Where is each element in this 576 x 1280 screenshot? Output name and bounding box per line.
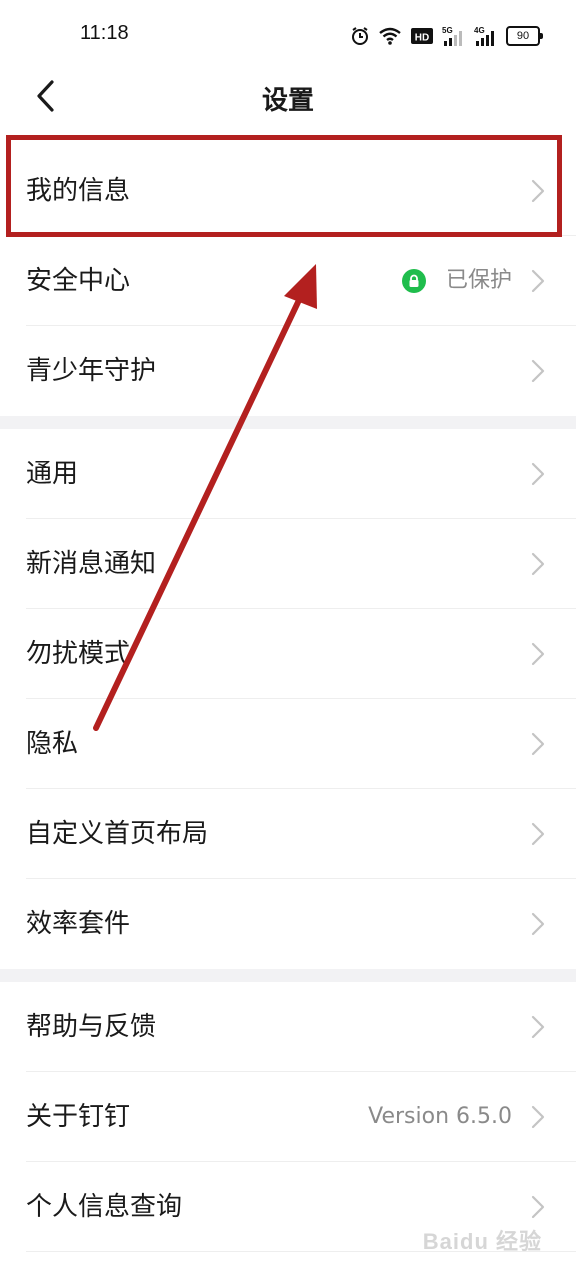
chevron-right-icon xyxy=(530,642,546,666)
svg-text:4G: 4G xyxy=(474,26,485,35)
settings-item-label: 安全中心 xyxy=(26,266,131,296)
chevron-right-icon xyxy=(530,1015,546,1039)
chevron-right-icon xyxy=(530,822,546,846)
status-bar: 11:18 HD 5G 4G 90 xyxy=(0,0,576,70)
chevron-right-icon xyxy=(530,552,546,576)
settings-item-label: 通用 xyxy=(26,459,79,489)
settings-item-label: 自定义首页布局 xyxy=(26,819,209,849)
settings-item-label: 个人信息查询 xyxy=(26,1192,183,1222)
svg-text:5G: 5G xyxy=(442,26,453,35)
settings-item-privacy[interactable]: 隐私 xyxy=(0,699,576,789)
signal-4g-icon: 4G xyxy=(474,25,498,47)
version-value: Version 6.5.0 xyxy=(368,1104,512,1129)
lock-icon xyxy=(402,269,426,293)
settings-item-notifications[interactable]: 新消息通知 xyxy=(0,519,576,609)
nav-bar: 设置 xyxy=(0,62,576,134)
settings-item-youth-protection[interactable]: 青少年守护 xyxy=(0,326,576,416)
settings-item-my-info[interactable]: 我的信息 xyxy=(0,146,576,236)
chevron-right-icon xyxy=(530,359,546,383)
group-separator xyxy=(0,416,576,429)
wifi-icon xyxy=(378,26,402,46)
settings-item-do-not-disturb[interactable]: 勿扰模式 xyxy=(0,609,576,699)
settings-item-label: 效率套件 xyxy=(26,909,131,939)
settings-item-label: 关于钉钉 xyxy=(26,1102,131,1132)
watermark-logo: Baidu 经验 xyxy=(422,1229,542,1254)
settings-item-help-feedback[interactable]: 帮助与反馈 xyxy=(0,982,576,1072)
settings-item-custom-home-layout[interactable]: 自定义首页布局 xyxy=(0,789,576,879)
group-separator xyxy=(0,969,576,982)
settings-item-about[interactable]: 关于钉钉 Version 6.5.0 xyxy=(0,1072,576,1162)
chevron-right-icon xyxy=(530,269,546,293)
settings-item-label: 帮助与反馈 xyxy=(26,1012,157,1042)
settings-item-label: 我的信息 xyxy=(26,176,131,206)
chevron-right-icon xyxy=(530,179,546,203)
chevron-right-icon xyxy=(530,1195,546,1219)
chevron-right-icon xyxy=(530,732,546,756)
signal-5g-icon: 5G xyxy=(442,25,466,47)
security-status: 已保护 xyxy=(445,268,512,293)
settings-item-security-center[interactable]: 安全中心 已保护 xyxy=(0,236,576,326)
hd-icon: HD xyxy=(410,26,434,46)
settings-item-label: 青少年守护 xyxy=(26,356,157,386)
status-time: 11:18 xyxy=(80,22,129,44)
chevron-right-icon xyxy=(530,912,546,936)
svg-text:HD: HD xyxy=(415,33,429,44)
settings-item-label: 新消息通知 xyxy=(26,549,157,579)
chevron-right-icon xyxy=(530,1105,546,1129)
settings-item-productivity-suite[interactable]: 效率套件 xyxy=(0,879,576,969)
alarm-icon xyxy=(350,26,370,46)
page-title: 设置 xyxy=(261,86,314,116)
chevron-right-icon xyxy=(530,462,546,486)
settings-item-general[interactable]: 通用 xyxy=(0,429,576,519)
settings-list: 我的信息 安全中心 已保护 青少年守护 通用 新消息通知 勿扰模式 隐私 自定义… xyxy=(0,146,576,1252)
battery-indicator: 90 xyxy=(506,26,543,46)
settings-item-label: 勿扰模式 xyxy=(26,639,131,669)
settings-item-label: 隐私 xyxy=(26,729,79,759)
status-icons: HD 5G 4G 90 xyxy=(350,22,543,50)
